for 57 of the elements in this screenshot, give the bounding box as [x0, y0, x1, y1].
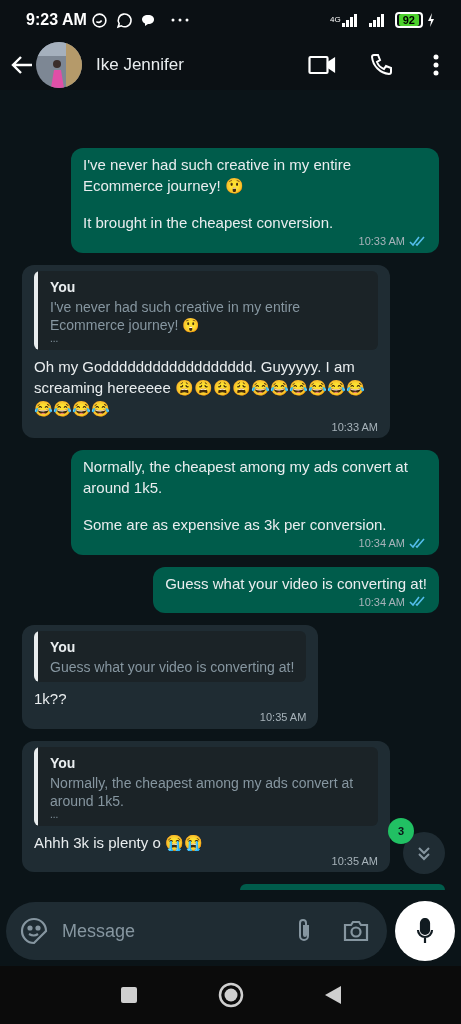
home-icon[interactable] — [217, 982, 244, 1008]
quoted-message[interactable]: You Guess what your video is converting at! — [34, 631, 307, 682]
charging-icon — [427, 13, 435, 27]
back-arrow-icon[interactable] — [10, 55, 34, 75]
message-time: 10:33 AM — [331, 419, 378, 435]
quote-text: Guess what your video is converting at! — [50, 658, 295, 676]
microphone-button[interactable] — [395, 901, 455, 961]
network-label: 4G — [330, 16, 341, 24]
video-call-icon[interactable] — [308, 55, 336, 75]
quote-author: You — [50, 753, 77, 773]
scroll-down-button[interactable] — [403, 832, 445, 874]
message-time: 10:35 AM — [259, 710, 307, 725]
quote-text: I've never had such creative in my entire Ecommerce journey! 😲 — [50, 297, 302, 334]
message-input[interactable]: Message — [62, 917, 295, 945]
message-bubble[interactable]: You I've never had such creative in my entire Ecommerce journey! 😲 ... Oh my Godddddddddddddddddd. Guyyyyy. I am screaming hereeeee 😩😩😩😩😂😂😂😂😂😂😂😂😂😂 10:33 AM — [22, 264, 390, 438]
message-bubble[interactable]: I've never had such creative in my entire Ecommerce journey! 😲 It brought in the cheapest conversion. 10:33 AM — [71, 148, 439, 253]
quote-more: ... — [50, 809, 60, 820]
message-bubble[interactable]: You Normally, the cheapest among my ads convert at around 1k5. ... Ahhh 3k is plenty o 😭😭 10:35 AM — [22, 740, 390, 872]
message-icon — [140, 13, 155, 27]
message-bubble[interactable]: Guess what your video is converting at! 10:34 AM — [153, 566, 439, 613]
phone-icon[interactable] — [369, 53, 393, 77]
more-dots-icon — [170, 18, 189, 22]
message-field[interactable]: Message — [6, 902, 387, 960]
sticker-icon[interactable] — [20, 917, 48, 945]
quoted-message[interactable]: You Normally, the cheapest among my ads convert at around 1k5. ... — [34, 746, 378, 826]
signal-icon — [366, 13, 387, 27]
message-text: Oh my Godddddddddddddddddd. Guyyyyy. I am screaming hereeeee 😩😩😩😩😂😂😂😂😂😂😂😂😂😂 — [34, 356, 366, 419]
back-icon[interactable] — [323, 985, 342, 1005]
camera-icon[interactable] — [343, 920, 369, 942]
message-bubble[interactable]: You Guess what your video is converting at! 1k?? 10:35 AM — [22, 625, 319, 729]
message-text: 1k?? — [34, 689, 68, 709]
menu-icon[interactable] — [433, 54, 439, 76]
battery-indicator: 92 — [394, 12, 423, 28]
quote-author: You — [50, 277, 77, 297]
contact-name[interactable]: Ike Jennifer — [96, 52, 184, 78]
unread-count: 3 — [388, 818, 414, 844]
message-time: 10:33 AM — [358, 234, 405, 249]
message-time: 10:35 AM — [331, 853, 378, 869]
message-bubble[interactable]: Normally, the cheapest among my ads convert at around 1k5. Some are as expensive as 3k per conversion. 10:34 AM — [71, 450, 439, 555]
microphone-icon — [416, 918, 434, 944]
message-text: It brought in the cheapest conversion. — [83, 213, 335, 233]
message-text: Some are as expensive as 3k per conversion. — [83, 515, 388, 535]
message-text: Normally, the cheapest among my ads convert at around 1k5. — [83, 457, 409, 498]
message-time: 10:34 AM — [358, 594, 405, 610]
signal-icon — [340, 13, 359, 27]
recents-icon[interactable] — [119, 986, 138, 1004]
status-time: 9:23 AM — [26, 10, 87, 30]
quote-more: ... — [50, 333, 60, 344]
message-text: I've never had such creative in my entire Ecommerce journey! 😲 — [83, 155, 352, 196]
quote-author: You — [50, 638, 77, 657]
message-text: Guess what your video is converting at! — [165, 573, 427, 594]
message-text: Ahhh 3k is plenty o 😭😭 — [34, 832, 204, 853]
chat-bubble-icon — [90, 11, 108, 29]
message-time: 10:34 AM — [358, 536, 405, 551]
quoted-message[interactable]: You I've never had such creative in my entire Ecommerce journey! 😲 ... — [34, 270, 378, 350]
quote-text: Normally, the cheapest among my ads convert at around 1k5. — [50, 773, 355, 810]
double-chevron-icon — [416, 845, 432, 861]
